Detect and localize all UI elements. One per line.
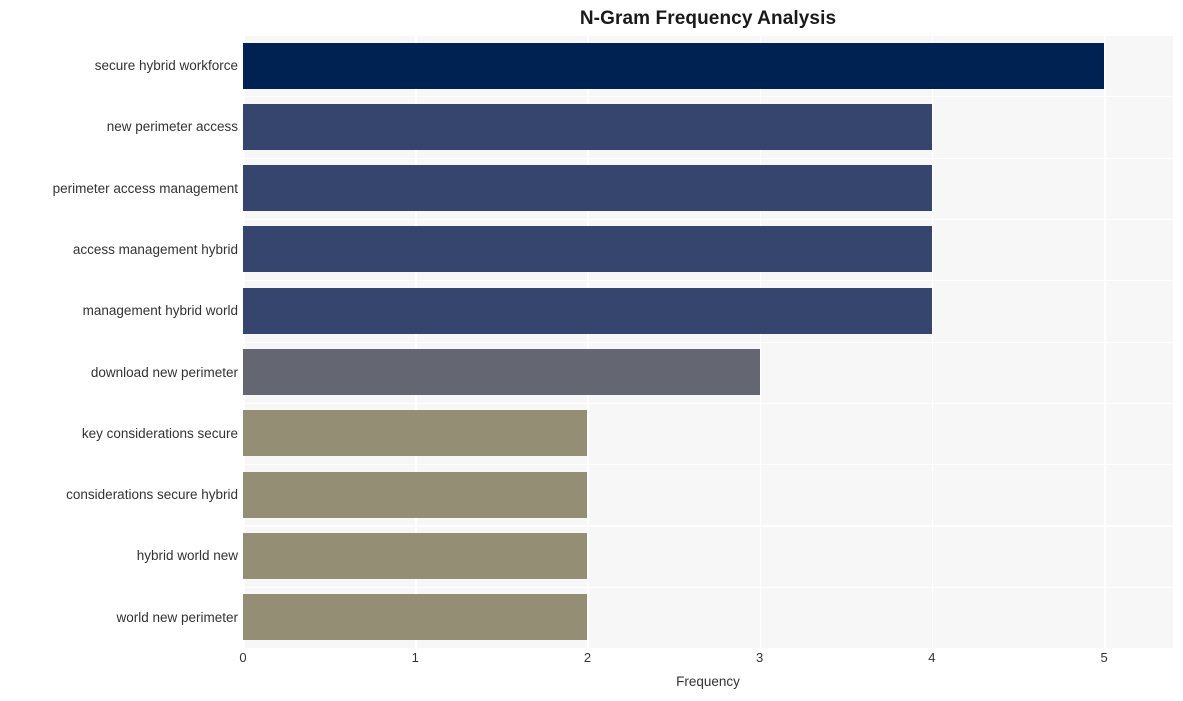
x-axis-tick-labels: 0 1 2 3 4 5	[239, 650, 1173, 672]
bar	[243, 226, 932, 273]
y-axis-tick-label: download new perimeter	[90, 364, 238, 380]
chart-title: N-Gram Frequency Analysis	[579, 8, 837, 29]
y-axis-tick-label: management hybrid world	[82, 303, 238, 319]
bar-row	[243, 96, 1173, 157]
y-axis-tick-label: hybrid world new	[136, 548, 238, 564]
bar	[243, 349, 760, 396]
bar	[243, 410, 588, 457]
bar	[243, 103, 932, 150]
bar-row	[243, 342, 1173, 403]
bar-row	[243, 35, 1173, 96]
x-axis-tick-label: 5	[1100, 650, 1108, 665]
gridline-horizontal	[243, 648, 1173, 650]
y-axis-tick-label: secure hybrid workforce	[94, 58, 238, 73]
ngram-frequency-chart: N-Gram Frequency Analysis secure hybrid …	[0, 0, 1183, 701]
bar	[243, 471, 588, 518]
y-axis-tick-label: key considerations secure	[81, 425, 238, 441]
bar	[243, 532, 588, 579]
x-axis-title: Frequency	[676, 674, 740, 689]
y-axis-tick-label: perimeter access management	[52, 180, 238, 196]
bar-row	[243, 525, 1173, 586]
plot-area	[243, 35, 1173, 650]
y-axis-tick-label: world new perimeter	[116, 609, 238, 625]
bar	[243, 594, 588, 641]
bar-row	[243, 219, 1173, 280]
x-axis-tick-label: 1	[411, 650, 419, 665]
x-axis-tick-label: 3	[756, 650, 764, 665]
x-axis-tick-label: 4	[928, 650, 936, 665]
x-axis-tick-label: 0	[239, 650, 247, 665]
y-axis-tick-label: access management hybrid	[72, 241, 238, 257]
bar-row	[243, 403, 1173, 464]
y-axis-tick-label: considerations secure hybrid	[66, 487, 238, 503]
y-axis-tick-labels: secure hybrid workforce new perimeter acc…	[0, 35, 238, 648]
bar-row	[243, 280, 1173, 341]
bar	[243, 165, 932, 212]
bar-row	[243, 587, 1173, 648]
bar	[243, 287, 932, 334]
x-axis-tick-label: 2	[583, 650, 592, 665]
bar	[243, 42, 1105, 89]
y-axis-tick-label: new perimeter access	[106, 119, 238, 135]
bar-row	[243, 464, 1173, 525]
bar-row	[243, 158, 1173, 219]
